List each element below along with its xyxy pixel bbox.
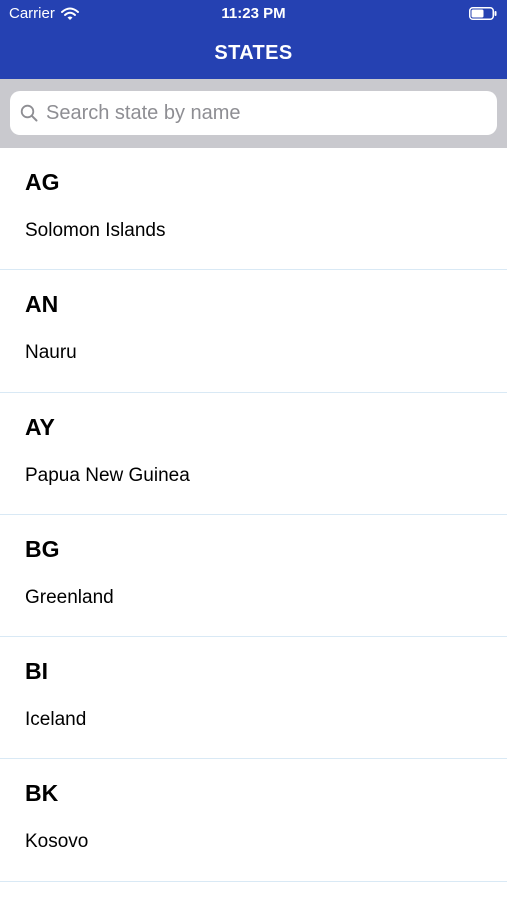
state-code: AG bbox=[25, 169, 60, 195]
state-code: BG bbox=[25, 535, 60, 562]
header: Carrier 11:23 PM STATES bbox=[0, 0, 507, 79]
state-name: Greenland bbox=[25, 586, 114, 608]
state-row-bi[interactable]: BI Iceland bbox=[0, 637, 507, 760]
status-time: 11:23 PM bbox=[221, 5, 286, 22]
state-row-ay[interactable]: AY Papua New Guinea bbox=[0, 392, 507, 515]
state-code: AN bbox=[25, 291, 59, 318]
state-name: Papua New Guinea bbox=[25, 464, 190, 486]
state-code: BK bbox=[25, 780, 59, 807]
search-bar bbox=[0, 79, 507, 148]
state-row-bg[interactable]: BG Greenland bbox=[0, 514, 507, 638]
state-row-an[interactable]: AN Nauru bbox=[0, 270, 507, 393]
state-row-ag[interactable]: AG Solomon Islands bbox=[0, 148, 507, 271]
states-screen: Carrier 11:23 PM STATES Search state by … bbox=[0, 0, 507, 900]
status-bar: Carrier 11:23 PM bbox=[0, 0, 507, 28]
state-name: Kosovo bbox=[25, 831, 89, 853]
search-icon bbox=[20, 104, 38, 122]
state-name: Iceland bbox=[25, 709, 87, 731]
page-title: STATES bbox=[214, 42, 293, 64]
state-row-bk[interactable]: BK Kosovo bbox=[0, 759, 507, 882]
battery-icon bbox=[469, 7, 497, 20]
search-field[interactable] bbox=[10, 91, 497, 135]
state-code: AY bbox=[25, 413, 55, 440]
state-list: AG Solomon Islands AN Nauru AY Papua New… bbox=[0, 148, 507, 900]
state-name: Solomon Islands bbox=[25, 220, 166, 241]
search-input[interactable] bbox=[46, 91, 486, 135]
state-code: BI bbox=[25, 658, 48, 685]
state-name: Nauru bbox=[25, 342, 77, 364]
